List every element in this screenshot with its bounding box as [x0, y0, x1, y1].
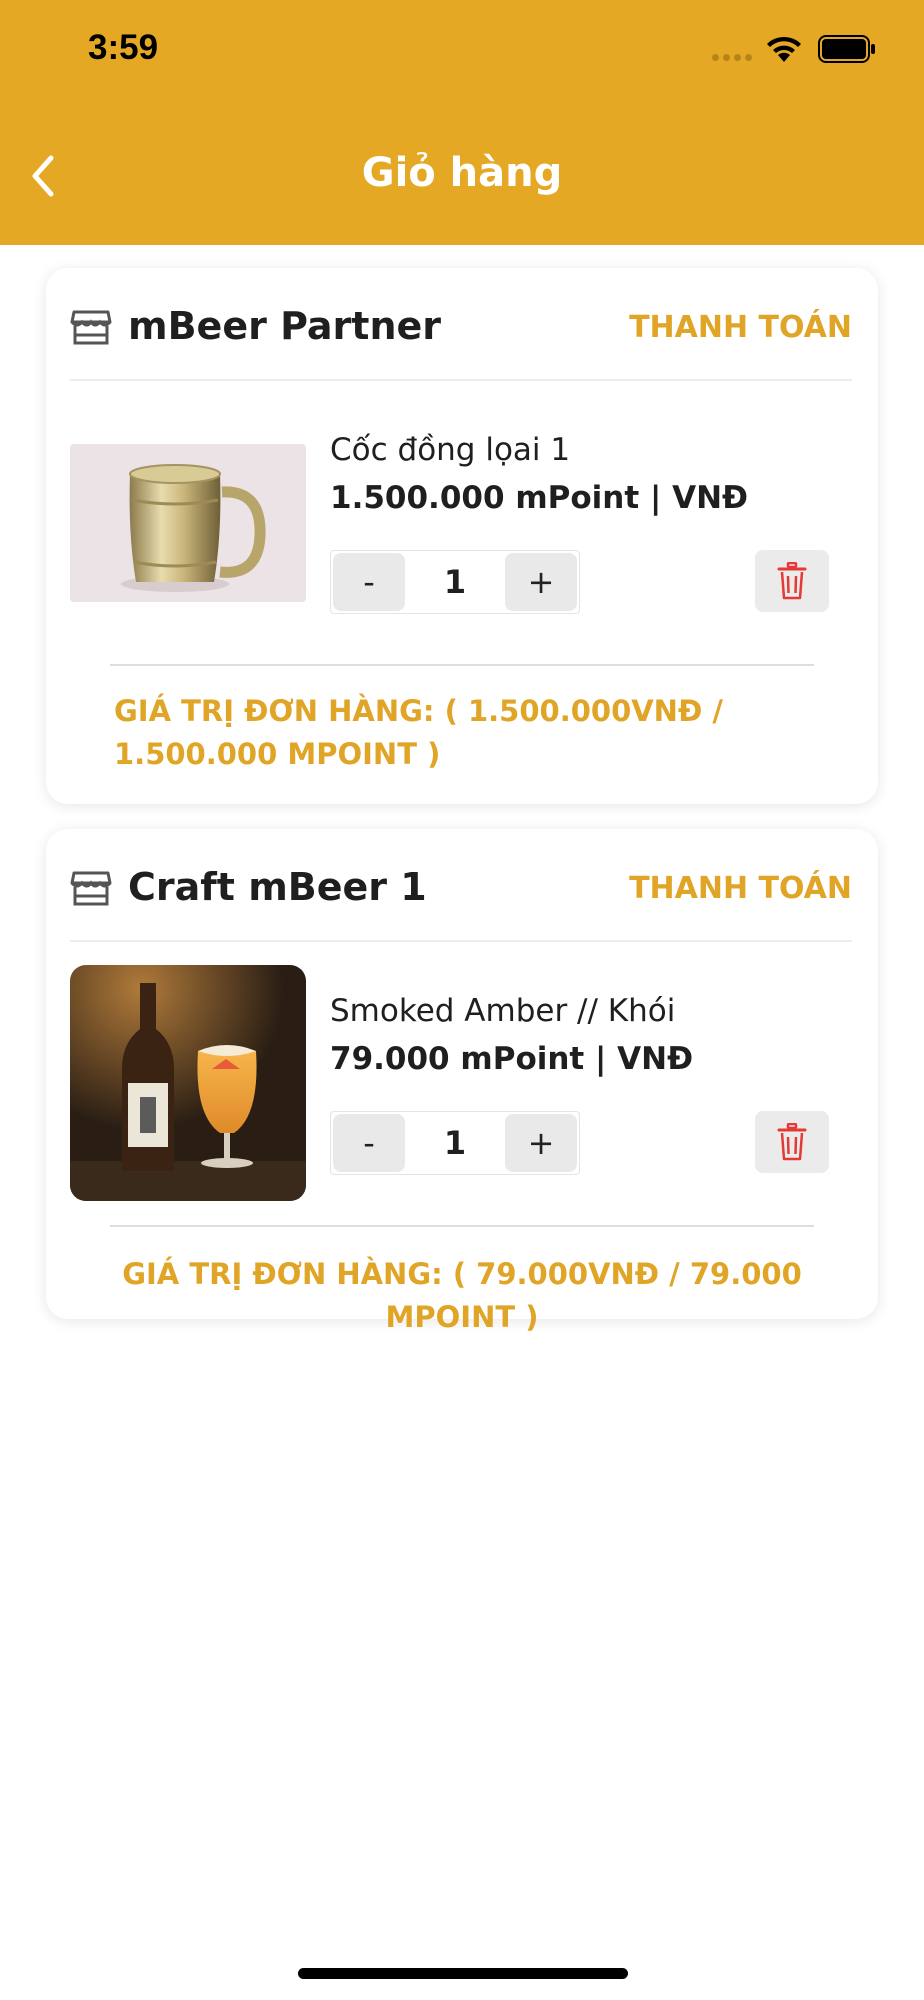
delete-item-button[interactable] [755, 1111, 829, 1173]
cart-shop-card: mBeer Partner THANH TOÁN Cốc đồng lọai 1… [46, 268, 878, 804]
shop-header: mBeer Partner THANH TOÁN [70, 268, 852, 381]
app-header: 3:59 Giỏ hàng [0, 0, 924, 245]
shop-name: mBeer Partner [128, 304, 442, 348]
card-divider [110, 664, 814, 666]
trash-icon [777, 562, 807, 600]
status-time: 3:59 [88, 28, 159, 67]
battery-icon [818, 35, 875, 63]
product-price: 1.500.000 mPoint | VNĐ [330, 480, 748, 516]
cellular-signal-icon [712, 54, 752, 61]
store-icon [70, 310, 112, 345]
product-price: 79.000 mPoint | VNĐ [330, 1041, 694, 1077]
store-icon [70, 871, 112, 906]
order-total: GIÁ TRỊ ĐƠN HÀNG: ( 79.000VNĐ / 79.000 M… [122, 1257, 802, 1334]
checkout-button[interactable]: THANH TOÁN [629, 871, 852, 906]
quantity-value[interactable]: 1 [407, 1112, 503, 1174]
order-total: GIÁ TRỊ ĐƠN HÀNG: ( 1.500.000VNĐ / 1.500… [114, 694, 723, 771]
product-image-beer [70, 965, 306, 1201]
wifi-icon [767, 36, 801, 62]
quantity-value[interactable]: 1 [407, 551, 503, 613]
product-name: Cốc đồng lọai 1 [330, 432, 571, 468]
quantity-stepper: - 1 + [330, 1111, 580, 1175]
decrease-quantity-button[interactable]: - [333, 1114, 405, 1172]
increase-quantity-button[interactable]: + [505, 1114, 577, 1172]
decrease-quantity-button[interactable]: - [333, 553, 405, 611]
increase-quantity-button[interactable]: + [505, 553, 577, 611]
page-title: Giỏ hàng [361, 150, 563, 196]
checkout-button[interactable]: THANH TOÁN [629, 310, 852, 345]
cart-shop-card: Craft mBeer 1 THANH TOÁN Smoked Amber //… [46, 829, 878, 1334]
shop-name: Craft mBeer 1 [128, 865, 427, 909]
quantity-stepper: - 1 + [330, 550, 580, 614]
product-name: Smoked Amber // Khói [330, 993, 676, 1029]
home-indicator[interactable] [298, 1968, 628, 1979]
product-image-copper-mug [70, 444, 306, 602]
trash-icon [777, 1123, 807, 1161]
shop-header: Craft mBeer 1 THANH TOÁN [70, 829, 852, 942]
card-divider [110, 1225, 814, 1227]
delete-item-button[interactable] [755, 550, 829, 612]
